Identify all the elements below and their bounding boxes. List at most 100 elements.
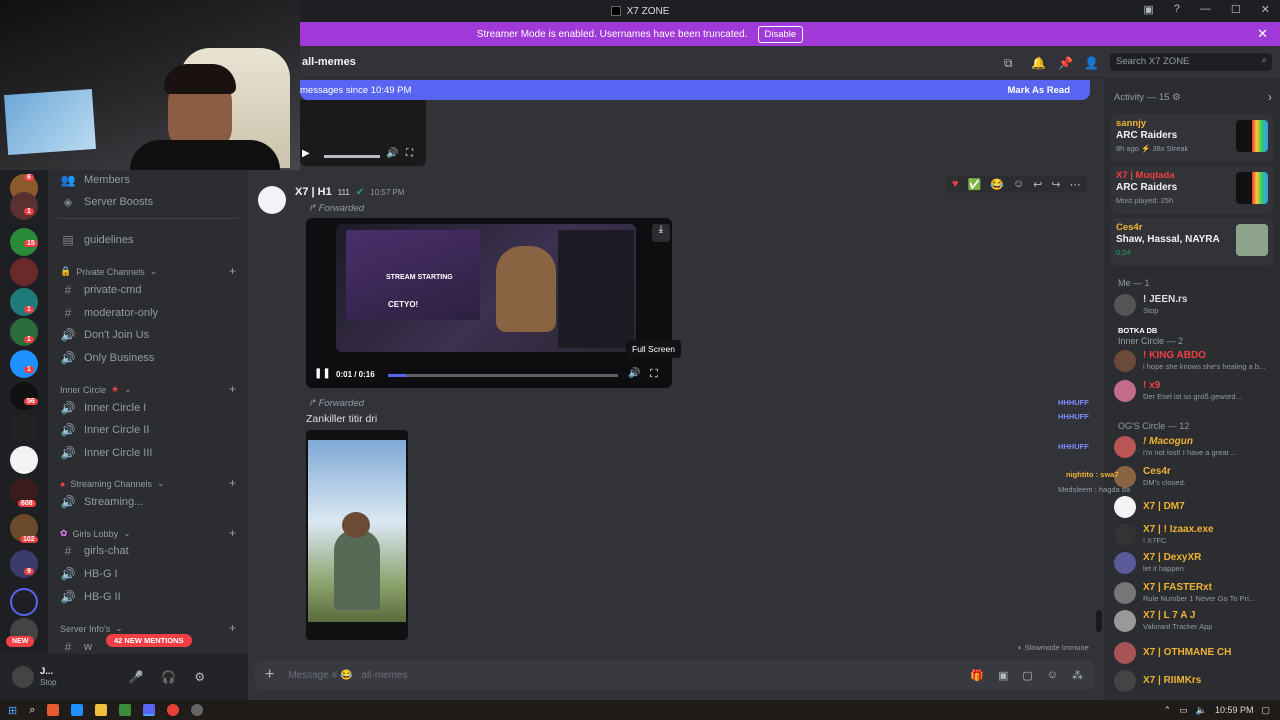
mark-as-read-button[interactable]: Mark As Read	[1008, 85, 1070, 96]
settings-gear-icon[interactable]: ⚙	[194, 670, 205, 684]
volume-icon[interactable]: 🔈	[1196, 705, 1207, 716]
channel-inner-circle-2[interactable]: 🔊 Inner Circle II	[60, 420, 150, 440]
member-item[interactable]: X7 | RIIMKrs	[1114, 670, 1274, 692]
threads-icon[interactable]: ⧉	[1004, 56, 1013, 71]
chrome-icon[interactable]	[167, 704, 180, 716]
member-item[interactable]: ! JEEN.rs Stop	[1114, 294, 1274, 316]
scrollbar[interactable]	[1096, 610, 1102, 632]
play-icon[interactable]: ▶	[302, 148, 310, 159]
channel-inner-circle-1[interactable]: 🔊 Inner Circle I	[60, 398, 147, 418]
network-icon[interactable]: ▭	[1179, 705, 1188, 716]
notification-icon[interactable]: ▢	[1261, 705, 1270, 716]
previous-video[interactable]: ▶ 🔊 ⛶	[300, 100, 426, 166]
new-pill[interactable]: NEW	[6, 636, 35, 647]
category-inner-circle[interactable]: Inner Circle ★ ⌄	[60, 384, 132, 395]
time[interactable]: 10:59 PM	[1215, 705, 1254, 715]
author-name[interactable]: X7 | H1	[295, 186, 332, 198]
sticker-icon[interactable]: ▢	[1022, 669, 1032, 682]
gift-icon[interactable]: 🎁	[970, 669, 984, 682]
microphone-icon[interactable]: 🎤	[128, 670, 143, 684]
message-composer[interactable]: + Message # 😂 · all-memes 🎁 ▣ ▢ ☺ ⁂	[255, 660, 1095, 690]
member-item[interactable]: X7 | DM7	[1114, 496, 1274, 518]
image-attachment[interactable]	[306, 430, 408, 640]
app-icon[interactable]	[119, 704, 132, 716]
forward-icon[interactable]: ↪	[1051, 178, 1060, 191]
channel-girls-chat[interactable]: # girls-chat	[60, 541, 129, 561]
volume-icon[interactable]: 🔊	[628, 368, 640, 379]
member-list-icon[interactable]: 👤	[1084, 56, 1099, 70]
pin-icon[interactable]: 📌	[1058, 56, 1073, 70]
members-item[interactable]: 👥 Members	[60, 170, 130, 190]
add-attachment-icon[interactable]: +	[265, 666, 274, 684]
gif-icon[interactable]: ▣	[998, 669, 1008, 682]
server-icon[interactable]	[10, 446, 38, 474]
close-banner-icon[interactable]: ✕	[1257, 26, 1268, 42]
heart-reaction-icon[interactable]: ♥	[952, 178, 959, 191]
message-input[interactable]: Message # 😂 · all-memes	[288, 670, 407, 681]
edge-icon[interactable]	[71, 704, 84, 716]
member-item[interactable]: ! x9 Der Esel ist so groß geword...	[1114, 380, 1274, 402]
search-input[interactable]: Search X7 ZONE ⌕	[1110, 53, 1272, 71]
server-icon[interactable]	[10, 382, 38, 410]
member-item[interactable]: X7 | DexyXR let it happen	[1114, 552, 1274, 574]
laugh-reaction-icon[interactable]: 😂	[990, 178, 1004, 191]
gear-icon[interactable]: ⚙	[1172, 92, 1181, 103]
fullscreen-icon[interactable]: ⛶	[650, 368, 658, 381]
channel-streaming[interactable]: 🔊 Streaming...	[60, 492, 144, 512]
member-item[interactable]: ! Macogun i'm not lost! I have a great ..…	[1114, 436, 1274, 458]
download-icon[interactable]: ⤓	[652, 224, 670, 242]
add-channel-icon[interactable]: +	[229, 621, 236, 635]
inbox-icon[interactable]: ▣	[1143, 3, 1153, 16]
discord-icon[interactable]	[143, 704, 156, 716]
member-item[interactable]: Ces4r DM's closed.	[1114, 466, 1274, 488]
activity-card[interactable]: sannjy ARC Raiders 8h ago ⚡ 38x Streak	[1110, 114, 1274, 162]
member-item[interactable]: X7 | L 7 A J Valorant Tracker App	[1114, 610, 1274, 632]
category-girls-lobby[interactable]: ✿ Girls Lobby ⌄	[60, 528, 131, 539]
tray-chevron-icon[interactable]: ⌃	[1164, 705, 1172, 716]
category-streaming[interactable]: ● Streaming Channels ⌄	[60, 478, 165, 489]
disable-button[interactable]: Disable	[757, 25, 804, 43]
add-channel-icon[interactable]: +	[229, 382, 236, 396]
emoji-icon[interactable]: ☺	[1047, 669, 1058, 682]
channel-guidelines[interactable]: ▤ guidelines	[60, 230, 133, 250]
help-icon[interactable]: ?	[1174, 3, 1180, 16]
add-channel-icon[interactable]: +	[229, 526, 236, 540]
channel-hbg-2[interactable]: 🔊 HB-G II	[60, 587, 121, 607]
video-progress-bar[interactable]	[388, 374, 618, 377]
app-icon[interactable]	[47, 704, 60, 716]
volume-icon[interactable]: 🔊	[386, 148, 398, 159]
pause-icon[interactable]: ❚❚	[314, 368, 331, 379]
member-item[interactable]: X7 | OTHMANE CH	[1114, 642, 1274, 664]
minimize-button[interactable]: —	[1200, 3, 1211, 16]
video-progress[interactable]	[324, 155, 380, 158]
add-channel-icon[interactable]: +	[229, 476, 236, 490]
channel-moderator-only[interactable]: # moderator-only	[60, 303, 158, 323]
windows-start-icon[interactable]: ⊞	[8, 704, 17, 717]
file-explorer-icon[interactable]	[95, 704, 108, 716]
server-icon[interactable]	[10, 192, 38, 220]
member-item[interactable]: ! KING ABDO i hope she knows she's healin…	[1114, 350, 1274, 372]
chevron-right-icon[interactable]: ›	[1268, 90, 1272, 104]
maximize-button[interactable]: ☐	[1231, 3, 1241, 16]
server-folder-icon[interactable]	[10, 588, 38, 616]
avatar[interactable]	[258, 186, 286, 214]
category-private[interactable]: 🔒 Private Channels ⌄	[60, 266, 157, 277]
search-icon[interactable]: ⌕	[29, 704, 35, 717]
member-item[interactable]: X7 | ! Izaax.exe! X7FC	[1114, 524, 1274, 546]
new-messages-bar[interactable]: messages since 10:49 PM Mark As Read	[300, 80, 1090, 100]
avatar[interactable]	[12, 666, 34, 688]
reply-icon[interactable]: ↩	[1033, 178, 1042, 191]
check-reaction-icon[interactable]: ✅	[968, 178, 982, 191]
video-player[interactable]: STREAM STARTING CETYO! ⤓ ❚❚ 0:01 / 0:16 …	[306, 218, 672, 388]
apps-icon[interactable]: ⁂	[1072, 669, 1083, 682]
more-icon[interactable]: ⋯	[1070, 178, 1081, 191]
server-icon[interactable]	[10, 414, 38, 442]
add-reaction-icon[interactable]: ☺	[1013, 178, 1024, 191]
app-icon[interactable]	[191, 704, 204, 716]
close-button[interactable]: ✕	[1261, 3, 1270, 16]
headphones-icon[interactable]: 🎧	[161, 670, 176, 684]
activity-card[interactable]: Ces4r Shaw, Hassal, NAYRA 0:24	[1110, 218, 1274, 266]
server-icon[interactable]	[10, 350, 38, 378]
add-channel-icon[interactable]: +	[229, 264, 236, 278]
server-icon[interactable]	[10, 258, 38, 286]
